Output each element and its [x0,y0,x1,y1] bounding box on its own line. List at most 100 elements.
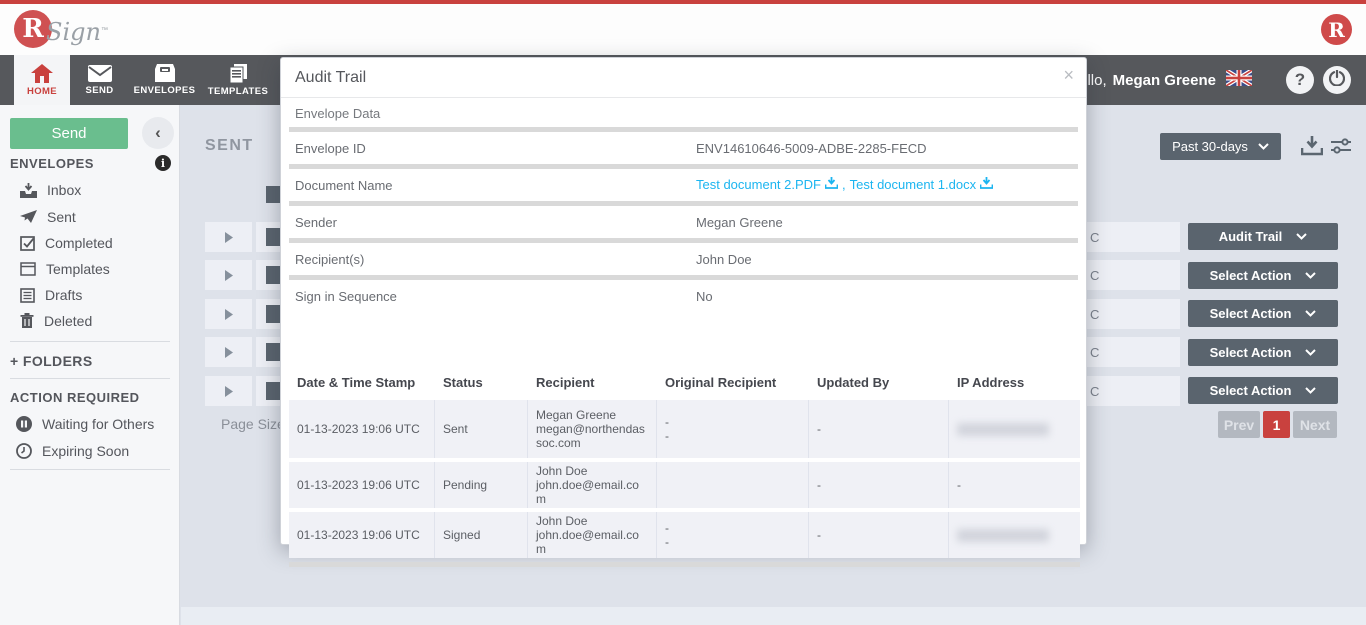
value-line: - [665,535,800,549]
value-line: - [665,415,800,429]
row-action-dropdown[interactable]: Select Action [1188,339,1338,366]
sidebar-item-deleted[interactable]: Deleted [20,313,92,329]
sidebar-collapse-button[interactable]: ‹ [142,117,174,149]
sidebar-divider [10,378,170,379]
sidebar-item-expiring-soon[interactable]: Expiring Soon [16,443,129,459]
filter-sliders-icon[interactable] [1330,135,1352,162]
grid-row-fragment: C [1087,337,1180,367]
field-label: Recipient(s) [295,252,364,267]
row-expander-button[interactable] [205,222,252,252]
row-action-value: Select Action [1210,306,1292,321]
col-header: Status [435,375,528,390]
audit-trail-table: Date & Time Stamp Status Recipient Origi… [289,375,1080,567]
row-action-dropdown[interactable]: Select Action [1188,300,1338,327]
value-line: - [665,521,800,535]
template-box-icon [20,262,36,276]
close-icon[interactable]: × [1063,66,1074,84]
date-range-value: Past 30-days [1172,139,1248,154]
pagination-page-1-button[interactable]: 1 [1263,411,1290,438]
cell-recipient: John Doe john.doe@email.com [528,462,657,508]
cell-datetime: 01-13-2023 19:06 UTC [289,462,435,508]
field-value: John Doe [696,252,752,267]
row-action-value: Select Action [1210,383,1292,398]
tab-envelopes[interactable]: ENVELOPES [127,55,202,105]
download-icon[interactable] [1301,136,1323,161]
field-value: No [696,289,713,304]
row-expander-button[interactable] [205,299,252,329]
row-action-dropdown[interactable]: Select Action [1188,377,1338,404]
document-links: Test document 2.PDF , Test document 1.do… [696,177,993,192]
cell-original-recipient: - - [657,512,809,558]
field-label: Sender [295,215,337,230]
tab-send[interactable]: SEND [72,55,127,105]
cell-ip-address [949,400,1080,458]
sidebar-item-templates[interactable]: Templates [20,261,110,277]
cell-updated-by: - [809,462,949,508]
cell-recipient: John Doe john.doe@email.com [528,512,657,558]
tab-templates-label: TEMPLATES [208,86,268,97]
user-greeting: Hello, Megan Greene [1068,55,1252,105]
rpost-logo-icon[interactable]: R [1321,14,1352,45]
sidebar-item-waiting-for-others[interactable]: Waiting for Others [16,416,154,432]
row-action-dropdown-audit-trail[interactable]: Audit Trail [1188,223,1338,250]
grid-row-fragment: C [1087,376,1180,406]
send-button[interactable]: Send [10,118,128,149]
envelopes-section-header: ENVELOPES [10,156,94,171]
download-icon[interactable] [825,177,838,192]
send-envelope-icon [88,65,112,82]
info-icon[interactable]: i [155,155,171,171]
rsign-logo[interactable]: R Sign ™ [14,10,108,48]
cell-datetime: 01-13-2023 19:06 UTC [289,512,435,558]
row-expander-button[interactable] [205,376,252,406]
table-row: 01-13-2023 19:06 UTC Sent Megan Greene m… [289,400,1080,458]
row-action-dropdown[interactable]: Select Action [1188,262,1338,289]
sidebar-item-folders[interactable]: + FOLDERS [10,353,93,369]
recipient-email: john.doe@email.com [536,528,648,556]
grid-row-fragment: C [1087,260,1180,290]
table-header-row: Date & Time Stamp Status Recipient Origi… [289,375,1080,400]
logout-button[interactable] [1323,66,1351,94]
field-sign-in-sequence: Sign in Sequence No [281,280,1086,312]
document-separator: , [842,177,846,192]
pagination-prev-button[interactable]: Prev [1218,411,1260,438]
download-icon[interactable] [980,177,993,192]
chevron-down-icon [1296,233,1307,240]
row-expander-button[interactable] [205,260,252,290]
field-label: Sign in Sequence [295,289,397,304]
language-flag-icon[interactable] [1226,70,1252,90]
user-name: Megan Greene [1113,72,1216,89]
paper-plane-icon [20,210,37,224]
help-button[interactable]: ? [1286,66,1314,94]
tab-home[interactable]: HOME [14,55,70,105]
sidebar-item-label: Drafts [45,287,82,303]
recipient-email: john.doe@email.com [536,478,648,506]
document-link-2[interactable]: Test document 1.docx [850,177,976,192]
sidebar-item-label: Expiring Soon [42,443,129,459]
sidebar-item-drafts[interactable]: Drafts [20,287,82,303]
sidebar-item-inbox[interactable]: Inbox [20,182,81,198]
chevron-down-icon [1305,387,1316,394]
field-value: ENV14610646-5009-ADBE-2285-FECD [696,141,927,156]
sidebar-item-sent[interactable]: Sent [20,209,76,225]
sidebar-item-completed[interactable]: Completed [20,235,113,251]
col-header: Recipient [528,375,657,390]
sidebar-item-label: Sent [47,209,76,225]
table-row: 01-13-2023 19:06 UTC Pending John Doe jo… [289,462,1080,508]
chevron-down-icon [1305,310,1316,317]
home-icon [31,64,53,83]
document-link-1[interactable]: Test document 2.PDF [696,177,821,192]
modal-title-bar: Audit Trail × [281,58,1086,98]
row-action-value: Audit Trail [1219,229,1283,244]
clock-icon [16,443,32,459]
recipient-name: Megan Greene [536,408,648,422]
cell-recipient: Megan Greene megan@northendassoc.com [528,400,657,458]
redacted-ip [957,423,1049,436]
date-range-dropdown[interactable]: Past 30-days [1160,133,1281,160]
tab-envelopes-label: ENVELOPES [134,85,196,96]
tab-templates[interactable]: TEMPLATES [202,55,274,105]
page-title: SENT [205,137,254,155]
row-expander-button[interactable] [205,337,252,367]
pagination-next-button[interactable]: Next [1293,411,1337,438]
row-action-value: Select Action [1210,268,1292,283]
col-header: Updated By [809,375,949,390]
